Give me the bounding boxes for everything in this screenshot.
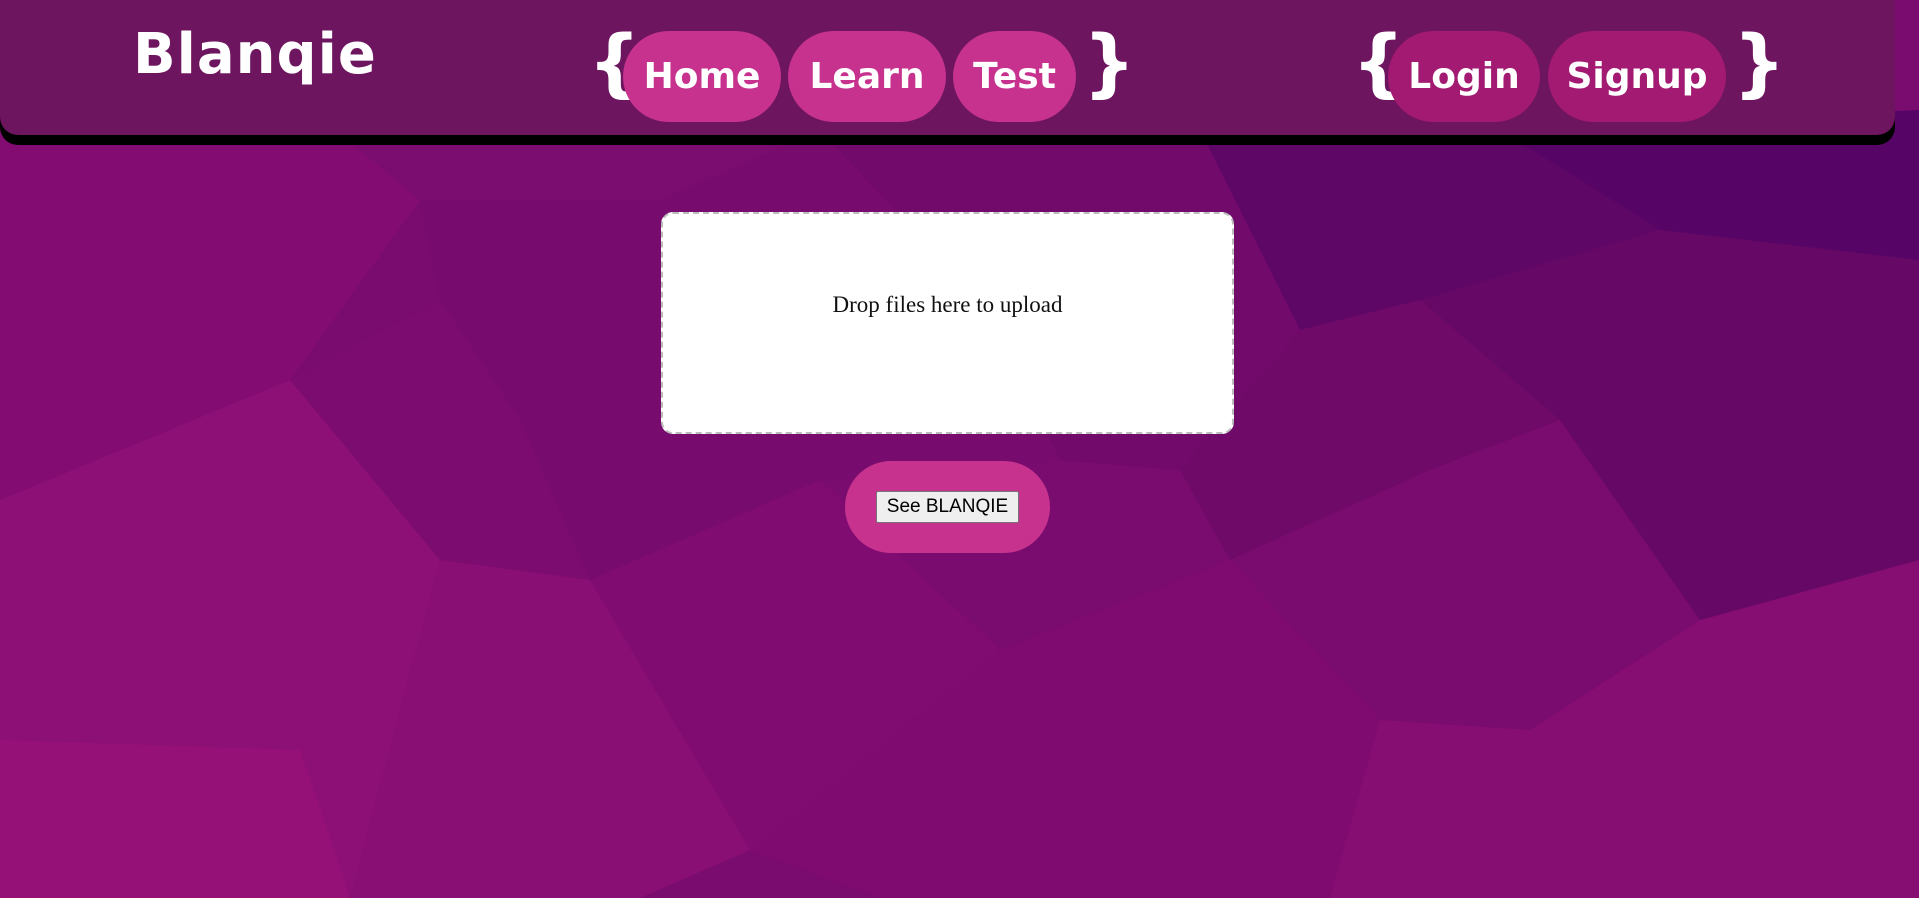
- see-blanqie-container: See BLANQIE: [845, 461, 1050, 553]
- see-blanqie-button[interactable]: See BLANQIE: [875, 491, 1020, 523]
- file-dropzone[interactable]: Drop files here to upload: [661, 212, 1234, 434]
- nav-home-button[interactable]: Home: [623, 31, 781, 122]
- site-header: Blanqie { Home Learn Test } { Login Sign…: [0, 0, 1895, 135]
- signup-button[interactable]: Signup: [1548, 31, 1726, 122]
- nav-test-button[interactable]: Test: [953, 31, 1076, 122]
- auth-close-brace: }: [1733, 20, 1786, 106]
- login-button[interactable]: Login: [1388, 31, 1540, 122]
- brand-logo[interactable]: Blanqie: [133, 24, 377, 86]
- dropzone-message: Drop files here to upload: [832, 292, 1063, 317]
- nav-learn-button[interactable]: Learn: [788, 31, 946, 122]
- nav-close-brace: }: [1083, 20, 1136, 106]
